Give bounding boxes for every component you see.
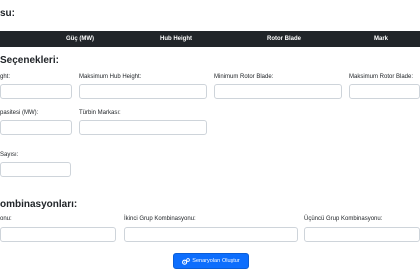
min-rotor-blade-label: Minimum Rotor Blade: xyxy=(214,74,274,80)
capacity-input[interactable] xyxy=(0,120,72,135)
turbine-table-header: Güç (MW) Hub Height Rotor Blade Mark xyxy=(0,31,420,47)
count-label: Sayısı: xyxy=(0,152,19,158)
min-rotor-blade-input[interactable] xyxy=(214,84,342,99)
column-header-rotor-blade: Rotor Blade xyxy=(267,36,302,42)
turbine-brand-input[interactable] xyxy=(79,120,207,135)
generate-scenarios-label: Senaryoları Oluştur xyxy=(192,258,240,264)
first-group-label: onu: xyxy=(0,216,12,222)
page-title: su: xyxy=(0,8,15,19)
gears-icon xyxy=(182,257,191,265)
third-group-input[interactable] xyxy=(304,227,420,242)
capacity-label: pasitesi (MW): xyxy=(0,110,39,116)
options-heading: Seçenekleri: xyxy=(0,55,59,66)
max-hub-height-input[interactable] xyxy=(79,84,207,99)
column-header-mark: Mark xyxy=(374,36,389,42)
first-group-input[interactable] xyxy=(0,227,116,242)
column-header-power: Güç (MW) xyxy=(66,36,94,42)
min-hub-height-input[interactable] xyxy=(0,84,72,99)
max-rotor-blade-input[interactable] xyxy=(349,84,420,99)
count-input[interactable] xyxy=(0,162,71,177)
min-hub-height-label: ght: xyxy=(0,74,11,80)
max-hub-height-label: Maksimum Hub Height: xyxy=(79,74,142,80)
second-group-label: İkinci Grup Kombinasyonu: xyxy=(124,216,196,222)
third-group-label: Üçüncü Grup Kombinasyonu: xyxy=(304,216,383,222)
max-rotor-blade-label: Maksimum Rotor Blade: xyxy=(349,74,414,80)
turbine-brand-label: Türbin Markası: xyxy=(79,110,121,116)
second-group-input[interactable] xyxy=(124,227,298,242)
column-header-hub-height: Hub Height xyxy=(160,36,192,42)
page: su: Güç (MW) Hub Height Rotor Blade Mark… xyxy=(0,0,420,280)
generate-scenarios-button[interactable]: Senaryoları Oluştur xyxy=(173,253,249,269)
combinations-heading: ombinasyonları: xyxy=(0,199,78,210)
